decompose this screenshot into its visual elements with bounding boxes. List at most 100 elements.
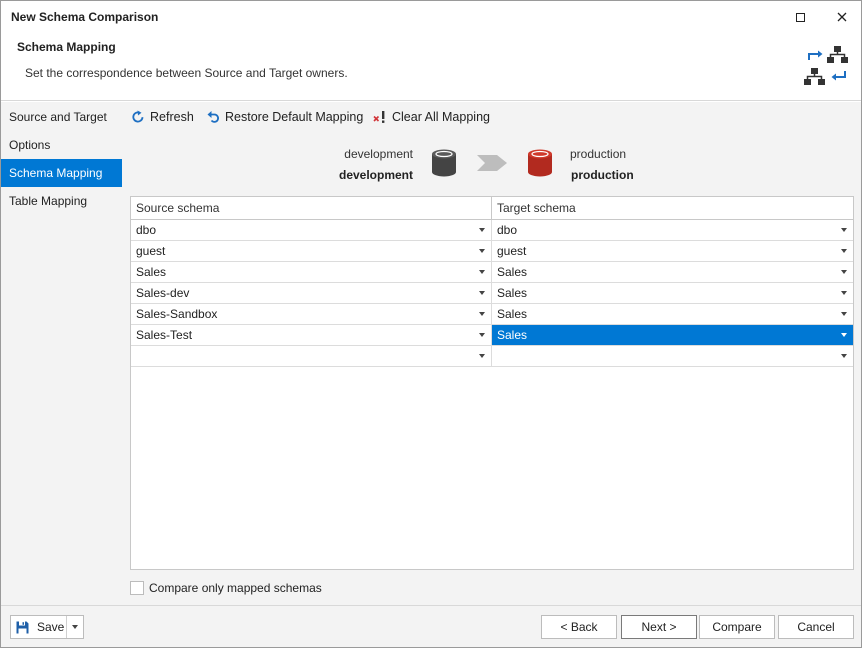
source-schema-dropdown[interactable]: Sales-Sandbox — [131, 304, 492, 324]
wizard-footer: Save < Back Next > Compare Cancel — [1, 605, 861, 647]
table-row: Sales Sales — [131, 262, 853, 283]
page-title: Schema Mapping — [17, 40, 116, 54]
source-schema-value: dbo — [136, 223, 157, 237]
close-icon — [837, 12, 847, 22]
source-schema-dropdown[interactable]: Sales-dev — [131, 283, 492, 303]
save-split-button: Save — [10, 615, 84, 639]
window-title: New Schema Comparison — [11, 10, 159, 24]
refresh-button[interactable]: Refresh — [131, 106, 194, 128]
source-schema-value: guest — [136, 244, 166, 258]
save-button[interactable]: Save — [11, 616, 67, 638]
chevron-down-icon — [479, 354, 485, 358]
target-schema-dropdown-selected[interactable]: Sales — [492, 325, 853, 345]
wizard-sidebar: Source and Target Options Schema Mapping… — [1, 102, 122, 605]
maximize-button[interactable] — [785, 5, 815, 29]
target-schema-column-header[interactable]: Target schema — [492, 197, 853, 220]
target-database-icon — [528, 149, 552, 177]
clear-mapping-icon — [373, 111, 385, 123]
close-button[interactable] — [827, 5, 857, 29]
sidebar-item-options[interactable]: Options — [1, 131, 122, 159]
dialog-window: New Schema Comparison Schema Mapping Set… — [0, 0, 862, 648]
chevron-down-icon — [479, 333, 485, 337]
grid-header: Source schema Target schema — [131, 197, 853, 220]
back-button[interactable]: < Back — [541, 615, 617, 639]
source-schema-value: Sales-Sandbox — [136, 307, 218, 321]
clear-all-mapping-label: Clear All Mapping — [392, 110, 490, 124]
sidebar-item-table-mapping[interactable]: Table Mapping — [1, 187, 122, 215]
target-schema-value: Sales — [497, 328, 528, 342]
target-schema-value: guest — [497, 244, 527, 258]
target-server-label: production — [570, 147, 627, 161]
source-schema-dropdown[interactable]: dbo — [131, 220, 492, 240]
chevron-down-icon — [841, 228, 847, 232]
undo-icon — [207, 111, 219, 123]
target-schema-dropdown[interactable]: Sales — [492, 283, 853, 303]
chevron-down-icon — [479, 270, 485, 274]
restore-default-mapping-label: Restore Default Mapping — [225, 110, 364, 124]
source-schema-column-header[interactable]: Source schema — [131, 197, 492, 220]
chevron-down-icon — [841, 249, 847, 253]
title-bar: New Schema Comparison — [1, 1, 861, 33]
chevron-down-icon — [841, 354, 847, 358]
target-database-label: production — [571, 168, 634, 182]
refresh-label: Refresh — [150, 110, 194, 124]
page-subtitle: Set the correspondence between Source an… — [25, 66, 348, 80]
table-row: dbo dbo — [131, 220, 853, 241]
sidebar-item-schema-mapping[interactable]: Schema Mapping — [1, 159, 122, 187]
schema-mapping-icon — [804, 46, 848, 85]
chevron-down-icon — [72, 625, 78, 629]
target-schema-dropdown[interactable]: guest — [492, 241, 853, 261]
refresh-icon — [132, 110, 144, 123]
connection-summary: development development production produ… — [122, 131, 861, 191]
chevron-down-icon — [841, 270, 847, 274]
target-schema-dropdown[interactable]: Sales — [492, 304, 853, 324]
source-schema-dropdown[interactable]: Sales-Test — [131, 325, 492, 345]
source-database-label: development — [338, 168, 413, 182]
mapping-toolbar: Refresh Restore Default Mapping Clear Al… — [122, 102, 861, 131]
source-schema-dropdown[interactable]: guest — [131, 241, 492, 261]
source-server-label: development — [344, 147, 413, 161]
cancel-button[interactable]: Cancel — [778, 615, 854, 639]
target-schema-dropdown[interactable]: Sales — [492, 262, 853, 282]
source-schema-value: Sales-dev — [136, 286, 190, 300]
chevron-down-icon — [841, 333, 847, 337]
table-row: guest guest — [131, 241, 853, 262]
save-label: Save — [37, 620, 65, 634]
source-schema-dropdown[interactable] — [131, 346, 492, 366]
compare-only-mapped-option[interactable]: Compare only mapped schemas — [130, 580, 322, 596]
source-schema-value: Sales — [136, 265, 167, 279]
floppy-disk-icon — [16, 621, 29, 633]
wizard-header: Schema Mapping Set the correspondence be… — [1, 33, 861, 101]
target-schema-value: Sales — [497, 286, 528, 300]
clear-all-mapping-button[interactable]: Clear All Mapping — [373, 106, 490, 128]
source-schema-value: Sales-Test — [136, 328, 193, 342]
chevron-down-icon — [841, 312, 847, 316]
chevron-down-icon — [479, 291, 485, 295]
direction-arrow-icon — [477, 155, 507, 171]
chevron-down-icon — [841, 291, 847, 295]
chevron-down-icon — [479, 312, 485, 316]
new-mapping-row — [131, 346, 853, 367]
source-database-icon — [432, 149, 456, 177]
schema-mapping-grid: Source schema Target schema dbo dbo gues… — [130, 196, 854, 570]
sidebar-item-source-and-target[interactable]: Source and Target — [1, 103, 122, 131]
restore-default-mapping-button[interactable]: Restore Default Mapping — [206, 106, 363, 128]
next-button[interactable]: Next > — [621, 615, 697, 639]
target-schema-dropdown[interactable] — [492, 346, 853, 366]
maximize-icon — [795, 12, 805, 22]
chevron-down-icon — [479, 228, 485, 232]
chevron-down-icon — [479, 249, 485, 253]
target-schema-dropdown[interactable]: dbo — [492, 220, 853, 240]
table-row: Sales-Sandbox Sales — [131, 304, 853, 325]
compare-only-mapped-checkbox[interactable] — [130, 581, 144, 595]
table-row: Sales-Test Sales — [131, 325, 853, 346]
save-options-dropdown[interactable] — [67, 616, 83, 638]
compare-only-mapped-label: Compare only mapped schemas — [149, 581, 322, 595]
source-schema-dropdown[interactable]: Sales — [131, 262, 492, 282]
target-schema-value: Sales — [497, 265, 528, 279]
schema-mapping-panel: Refresh Restore Default Mapping Clear Al… — [122, 102, 861, 605]
compare-button[interactable]: Compare — [699, 615, 775, 639]
table-row: Sales-dev Sales — [131, 283, 853, 304]
target-schema-value: Sales — [497, 307, 528, 321]
target-schema-value: dbo — [497, 223, 518, 237]
